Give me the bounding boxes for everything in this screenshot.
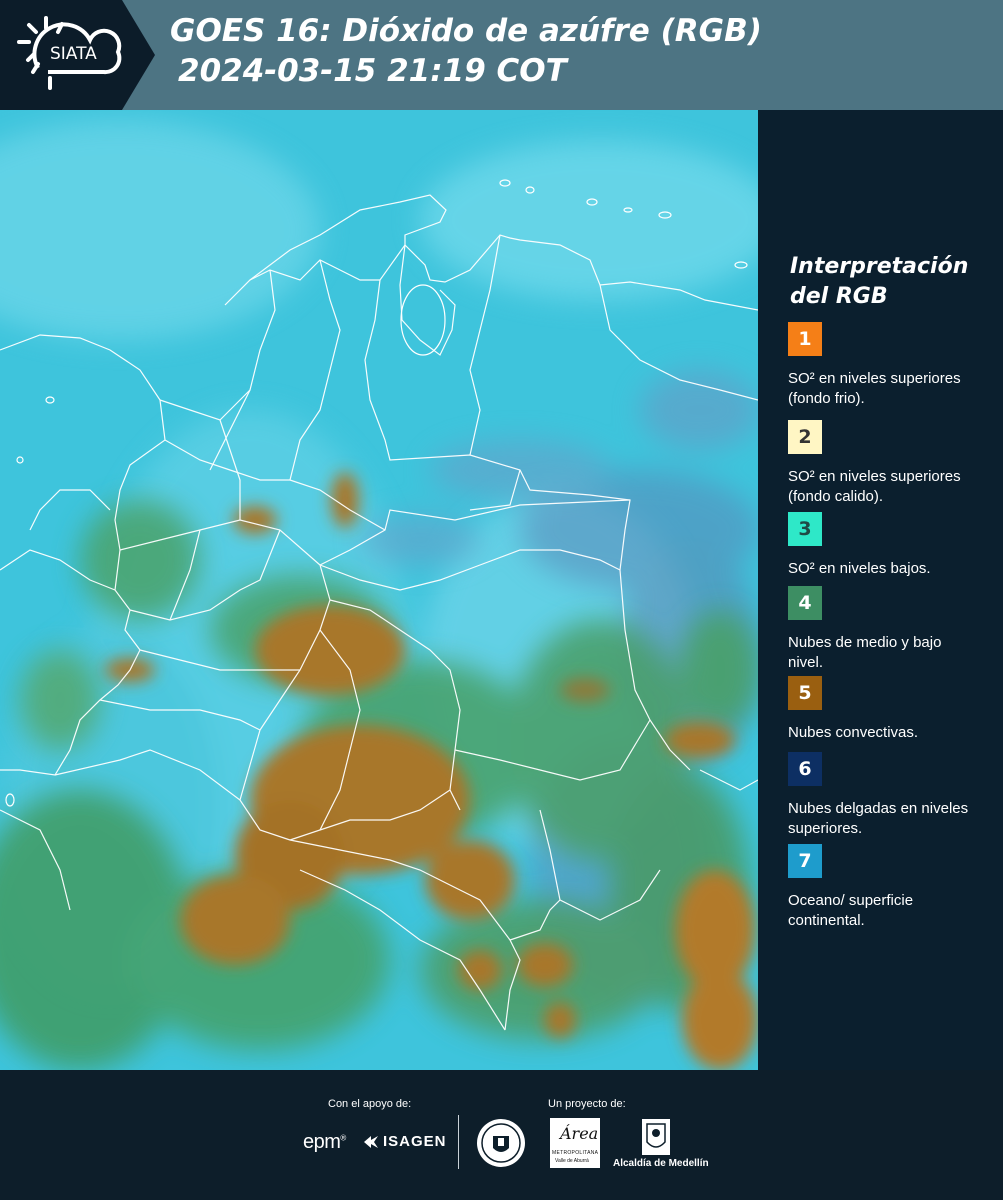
legend-item-4: 4 Nubes de medio y bajo nivel. (788, 586, 998, 673)
logo-text: SIATA (50, 44, 97, 64)
legend-item-3: 3 SO² en niveles bajos. (788, 512, 998, 579)
footer: Con el apoyo de: Un proyecto de: epm® IS… (0, 1070, 1003, 1200)
legend-item-5: 5 Nubes convectivas. (788, 676, 998, 743)
area-logo-text: Área (560, 1124, 599, 1143)
legend-label-5: Nubes convectivas. (788, 724, 919, 741)
isagen-logo[interactable]: ISAGEN (362, 1133, 447, 1150)
legend-swatch-4: 4 (788, 586, 822, 620)
legend-item-2: 2 SO² en niveles superiores (fondo calid… (788, 420, 998, 507)
satellite-map[interactable] (0, 110, 758, 1070)
legend-swatch-3: 3 (788, 512, 822, 546)
legend-item-6: 6 Nubes delgadas en niveles superiores. (788, 752, 998, 839)
area-logo-sub2: Valle de Aburrá (555, 1158, 589, 1164)
alcaldia-shield-icon[interactable] (641, 1118, 671, 1156)
timestamp: 2024-03-15 21:19 COT (178, 53, 567, 89)
legend-item-1: 1 SO² en niveles superiores (fondo frio)… (788, 322, 998, 409)
page-title: GOES 16: Dióxido de azúfre (RGB) (170, 13, 762, 49)
footer-divider (458, 1115, 459, 1169)
project-label: Un proyecto de: (548, 1098, 626, 1110)
legend-panel: Interpretación del RGB 1 SO² en niveles … (758, 110, 1003, 1070)
legend-title: Interpretación del RGB (790, 254, 969, 309)
legend-item-7: 7 Oceano/ superficie continental. (788, 844, 998, 931)
isagen-mark-icon (364, 1135, 378, 1148)
legend-swatch-1: 1 (788, 322, 822, 356)
epm-logo-text: epm (303, 1131, 341, 1153)
siata-logo[interactable]: SIATA (0, 0, 155, 110)
area-logo-sub: METROPOLITANA (552, 1150, 599, 1156)
epm-logo[interactable]: epm® (303, 1131, 346, 1154)
legend-label-4: Nubes de medio y bajo nivel. (788, 634, 942, 671)
legend-swatch-2: 2 (788, 420, 822, 454)
legend-label-2: SO² en niveles superiores (fondo calido)… (788, 468, 961, 505)
siata-seal-icon[interactable] (476, 1118, 526, 1168)
isagen-logo-text: ISAGEN (383, 1133, 447, 1150)
alcaldia-label: Alcaldía de Medellín (613, 1158, 709, 1169)
header-bar: SIATA GOES 16: Dióxido de azúfre (RGB) 2… (0, 0, 1003, 110)
legend-label-7: Oceano/ superficie continental. (788, 892, 914, 929)
legend-swatch-6: 6 (788, 752, 822, 786)
satellite-image (0, 110, 758, 1070)
area-metropolitana-logo[interactable]: Área METROPOLITANA Valle de Aburrá (550, 1118, 600, 1168)
legend-label-6: Nubes delgadas en niveles superiores. (788, 800, 969, 837)
legend-swatch-7: 7 (788, 844, 822, 878)
support-label: Con el apoyo de: (328, 1098, 412, 1110)
legend-label-1: SO² en niveles superiores (fondo frio). (788, 370, 961, 407)
legend-swatch-5: 5 (788, 676, 822, 710)
legend-label-3: SO² en niveles bajos. (788, 560, 931, 577)
